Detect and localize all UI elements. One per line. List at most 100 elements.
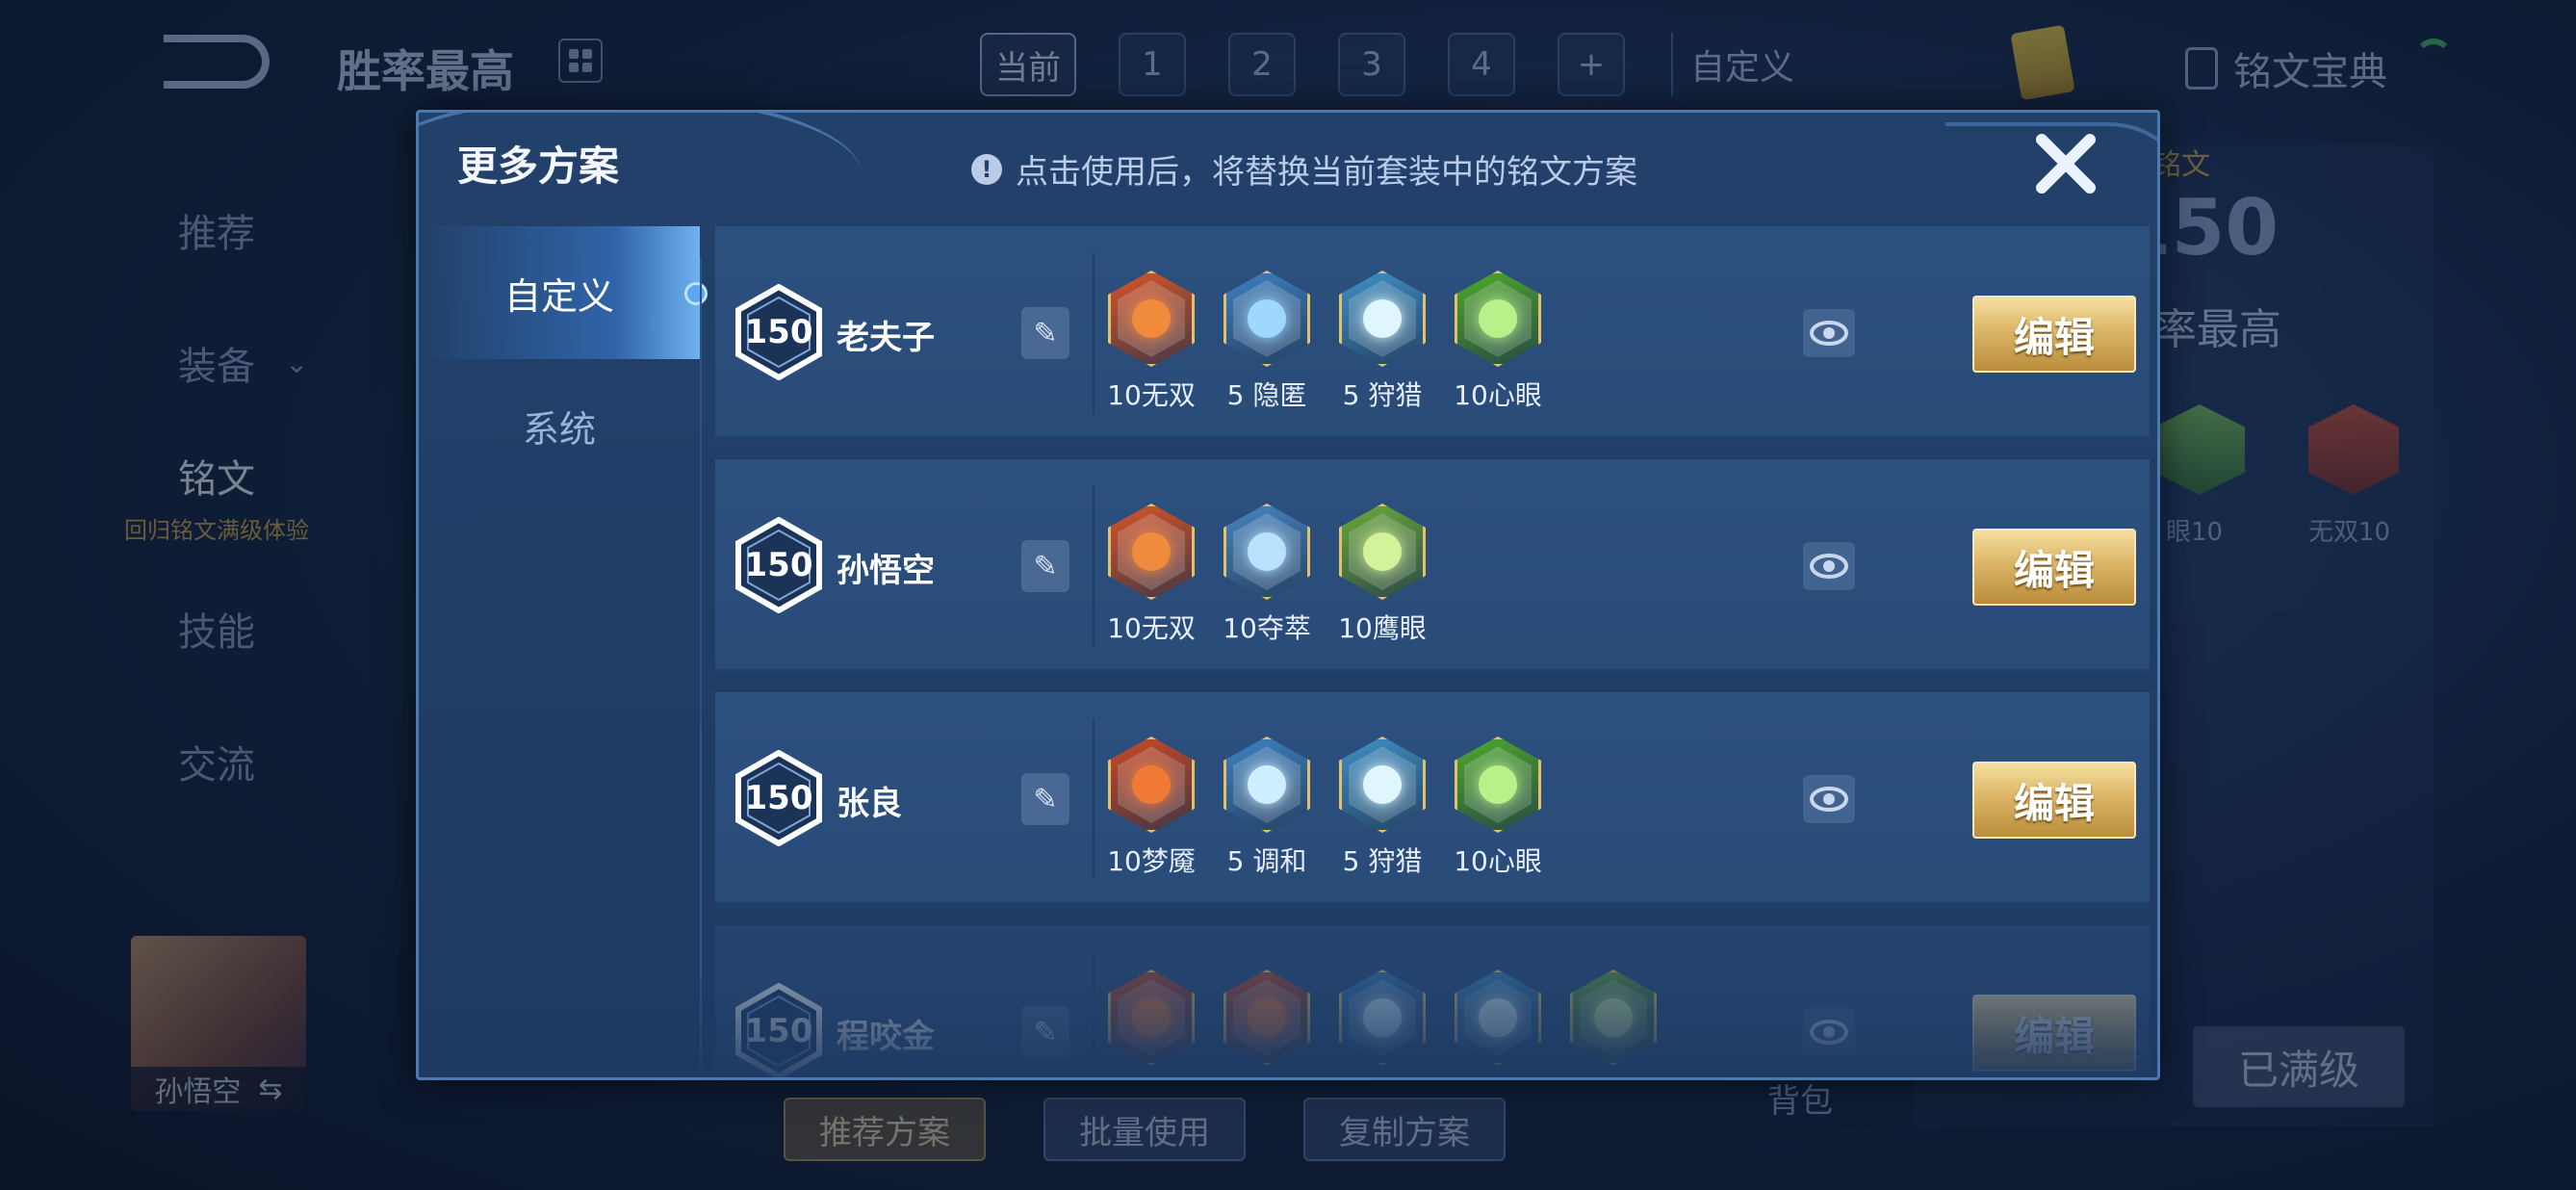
plan-row: 150 张良 ✎ 10梦魇 5 调和 5 狩猎 10心眼 编辑 xyxy=(715,692,2150,908)
rune-slot: 10无双 xyxy=(1107,271,1196,413)
plan-tab-custom[interactable]: 自定义 xyxy=(1671,33,1812,96)
close-button[interactable] xyxy=(2030,128,2101,199)
side-nav: 推荐 装备 ⌄ 铭文 回归铭文满级体验 技能 交流 xyxy=(96,164,337,828)
side-item-skills[interactable]: 技能 xyxy=(96,562,337,695)
rune-icon xyxy=(1108,737,1195,833)
side-item-label: 技能 xyxy=(178,610,255,655)
plan-hero-name: 张良 xyxy=(837,785,902,823)
plan-tab-3[interactable]: 3 xyxy=(1338,33,1405,96)
hero-switch[interactable]: 孙悟空 ⇆ xyxy=(131,1067,306,1111)
pen-icon: ✎ xyxy=(1033,549,1058,583)
plan-row: 150 老夫子 ✎ 10无双 5 隐匿 5 狩猎 10心眼 编辑 xyxy=(715,226,2150,442)
swap-icon: ⇆ xyxy=(258,1072,283,1106)
rune-slot: 5 隐匿 xyxy=(1224,271,1310,413)
notice: ! 点击使用后，将替换当前套装中的铭文方案 xyxy=(971,145,1637,193)
side-item-community[interactable]: 交流 xyxy=(96,695,337,828)
pen-icon: ✎ xyxy=(1033,782,1058,816)
rune-slot: 10夺萃 xyxy=(1223,504,1311,646)
eye-icon xyxy=(1810,554,1848,579)
eye-icon xyxy=(1810,787,1848,812)
rune-icon xyxy=(1339,271,1426,367)
rune-icon xyxy=(1224,271,1310,367)
plan-tab-2[interactable]: 2 xyxy=(1228,33,1296,96)
plan-row: 150 孙悟空 ✎ 10无双 10夺萃 10鹰眼 编辑 xyxy=(715,459,2150,675)
wifi-icon xyxy=(2414,39,2453,77)
rune-label: 10梦魇 xyxy=(1107,845,1196,877)
preview-button[interactable] xyxy=(1803,775,1855,823)
scroll-fade xyxy=(419,971,2157,1077)
side-item-label: 推荐 xyxy=(178,212,255,256)
side-item-runes[interactable]: 铭文 回归铭文满级体验 xyxy=(96,429,337,562)
rune-icon xyxy=(1339,504,1426,600)
back-arrow-icon[interactable] xyxy=(164,35,270,89)
close-icon xyxy=(2036,134,2096,194)
rename-button[interactable]: ✎ xyxy=(1021,773,1069,825)
rune-slot: 10心眼 xyxy=(1454,271,1542,413)
plan-tab-1[interactable]: 1 xyxy=(1119,33,1186,96)
rune-list: 10无双 10夺萃 10鹰眼 xyxy=(1107,504,1427,646)
plan-list[interactable]: 150 老夫子 ✎ 10无双 5 隐匿 5 狩猎 10心眼 编辑 150 孙悟空… xyxy=(715,226,2150,1077)
rune-label: 10心眼 xyxy=(1454,379,1542,411)
side-item-label: 铭文 xyxy=(178,456,255,502)
preview-button[interactable] xyxy=(1803,309,1855,357)
book-icon xyxy=(2185,47,2218,90)
rune-slot: 10心眼 xyxy=(1454,737,1542,879)
maxed-button[interactable]: 已满级 xyxy=(2193,1026,2405,1107)
rune-book-button[interactable]: 铭文宝典 xyxy=(2185,40,2387,96)
side-item-label: 交流 xyxy=(178,743,255,788)
rune-label: 10无双 xyxy=(1107,379,1196,411)
side-item-label: 装备 xyxy=(178,345,255,389)
bottom-buttons: 推荐方案 批量使用 复制方案 xyxy=(784,1098,1506,1161)
rune-label: 无双10 xyxy=(2308,518,2391,547)
rune-slot: 10梦魇 xyxy=(1107,737,1196,879)
tab-label: 自定义 xyxy=(503,274,614,318)
grid-icon[interactable] xyxy=(558,39,603,83)
tab-label: 系统 xyxy=(522,407,596,451)
edit-button[interactable]: 编辑 xyxy=(1972,296,2136,373)
rune-label: 5 狩猎 xyxy=(1342,845,1423,877)
rune-label: 10无双 xyxy=(1107,612,1196,644)
recommend-plan-button[interactable]: 推荐方案 xyxy=(784,1098,986,1161)
level-value: 150 xyxy=(744,779,813,817)
batch-use-button[interactable]: 批量使用 xyxy=(1043,1098,1246,1161)
rune-slot: 5 狩猎 xyxy=(1339,737,1426,879)
rune-label: 10鹰眼 xyxy=(1338,612,1427,644)
rename-button[interactable]: ✎ xyxy=(1021,540,1069,592)
rename-button[interactable]: ✎ xyxy=(1021,307,1069,359)
hero-name-label: 孙悟空 xyxy=(154,1075,242,1109)
rune-icon xyxy=(1224,737,1310,833)
bag-label[interactable]: 背包 xyxy=(1767,1074,1833,1122)
plan-tab-4[interactable]: 4 xyxy=(1448,33,1515,96)
modal-title: 更多方案 xyxy=(457,142,620,190)
level-value: 150 xyxy=(744,313,813,351)
rune-label: 10夺萃 xyxy=(1223,612,1311,644)
plan-tab-add[interactable]: + xyxy=(1558,33,1625,96)
pen-icon: ✎ xyxy=(1033,316,1058,350)
rune-icon xyxy=(1455,271,1541,367)
rune-list: 10梦魇 5 调和 5 狩猎 10心眼 xyxy=(1107,737,1542,879)
rune-slot: 5 调和 xyxy=(1224,737,1310,879)
plan-tab-current[interactable]: 当前 xyxy=(980,33,1076,96)
level-value: 150 xyxy=(744,546,813,584)
edit-button[interactable]: 编辑 xyxy=(1972,762,2136,839)
rune-icon xyxy=(1108,271,1195,367)
rune-slot: 5 狩猎 xyxy=(1339,271,1426,413)
gold-card-icon[interactable] xyxy=(2010,24,2075,101)
tab-system[interactable]: 系统 xyxy=(419,359,700,492)
divider xyxy=(1093,253,1095,415)
rune-icon xyxy=(1108,504,1195,600)
rune-slot: 10无双 xyxy=(1107,504,1196,646)
side-item-recommend[interactable]: 推荐 xyxy=(96,164,337,297)
preview-button[interactable] xyxy=(1803,542,1855,590)
plan-tabs: 当前 1 2 3 4 + xyxy=(980,33,1625,96)
tab-custom[interactable]: 自定义 xyxy=(419,226,708,359)
rune-label: 5 调和 xyxy=(1226,845,1307,877)
edit-button[interactable]: 编辑 xyxy=(1972,529,2136,606)
side-item-equipment[interactable]: 装备 ⌄ xyxy=(96,297,337,429)
rune-label: 眼10 xyxy=(2166,518,2224,547)
eye-icon xyxy=(1810,321,1848,346)
rune-book-label: 铭文宝典 xyxy=(2233,50,2387,94)
rune-label: 10心眼 xyxy=(1454,845,1542,877)
rune-label: 5 隐匿 xyxy=(1226,379,1307,411)
copy-plan-button[interactable]: 复制方案 xyxy=(1303,1098,1506,1161)
